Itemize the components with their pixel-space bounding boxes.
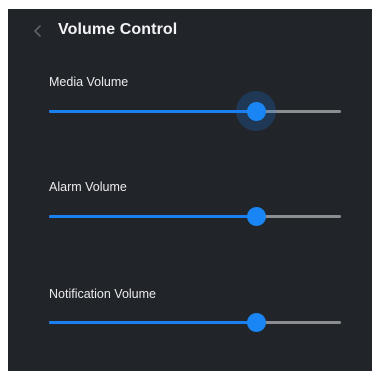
slider-thumb[interactable] <box>246 207 266 226</box>
volume-control-panel: Volume Control Media Volume Alarm Volume… <box>8 9 372 371</box>
slider-thumb[interactable] <box>246 313 266 332</box>
chevron-left-icon <box>34 25 41 37</box>
alarm-volume-slider[interactable] <box>49 201 341 231</box>
media-volume-label: Media Volume <box>49 75 129 89</box>
header: Volume Control <box>8 9 372 53</box>
media-volume-slider[interactable] <box>49 91 341 131</box>
notification-volume-slider[interactable] <box>49 307 341 337</box>
slider-fill <box>49 215 257 218</box>
page-title: Volume Control <box>58 21 178 38</box>
alarm-volume-label: Alarm Volume <box>49 180 127 194</box>
notification-volume-label: Notification Volume <box>49 287 157 301</box>
slider-fill <box>49 321 257 324</box>
slider-thumb[interactable] <box>246 102 266 121</box>
back-button[interactable] <box>28 20 48 42</box>
slider-fill <box>49 110 257 113</box>
